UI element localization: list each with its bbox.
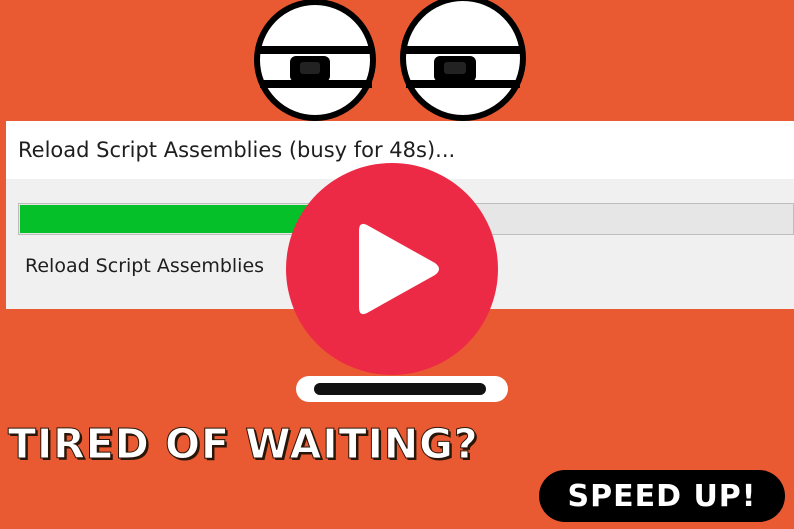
status-text: Reload Script Assemblies	[25, 255, 265, 277]
playback-slider[interactable]	[296, 376, 508, 402]
eyes-icon	[248, 0, 538, 122]
speed-up-button[interactable]: SPEED UP!	[539, 470, 785, 522]
slider-bar	[314, 383, 486, 395]
progress-fill	[20, 205, 315, 233]
speed-up-label: SPEED UP!	[567, 478, 757, 514]
play-button[interactable]	[286, 163, 498, 375]
headline: TIRED OF WAITING?	[8, 420, 479, 469]
play-icon	[359, 223, 439, 315]
